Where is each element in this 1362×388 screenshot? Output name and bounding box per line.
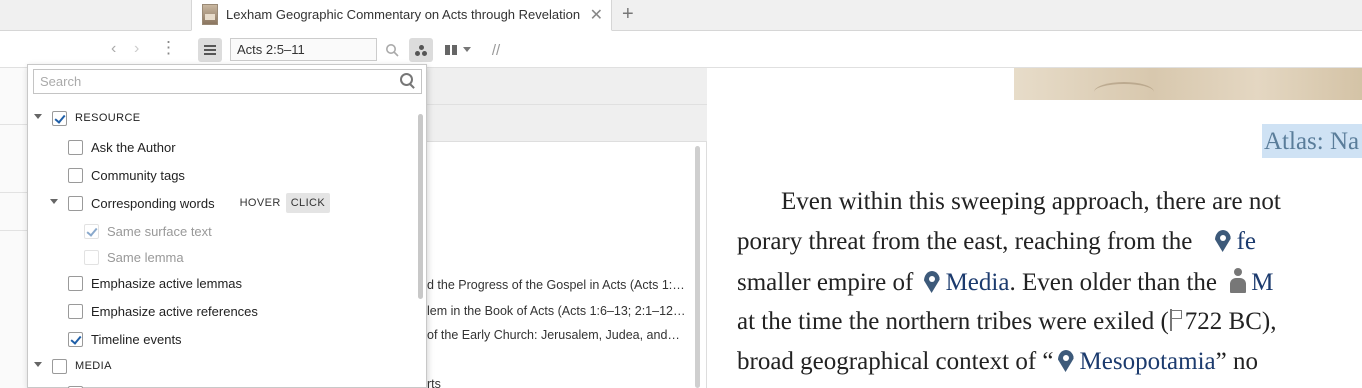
app-window: Lexham Geographic Commentary on Acts thr…: [0, 0, 1362, 388]
map-pin-icon: [1214, 230, 1231, 252]
map-pin-icon: [923, 271, 940, 293]
option-partial[interactable]: [68, 383, 91, 388]
group-label: RESOURCE: [75, 112, 141, 124]
more-options-icon[interactable]: ⋮: [160, 38, 177, 58]
checkbox[interactable]: [68, 139, 83, 155]
text-run: . Even older than the: [1009, 269, 1218, 296]
text-run: Even within this sweeping approach, ther…: [781, 188, 1281, 215]
checkbox-resource[interactable]: [52, 110, 67, 126]
option-label: Emphasize active references: [91, 303, 258, 319]
tab-strip: Lexham Geographic Commentary on Acts thr…: [0, 0, 1362, 31]
option-label: Corresponding words: [91, 195, 215, 211]
text-run: ),: [1261, 308, 1277, 335]
hover-mode-button[interactable]: HOVER: [235, 193, 286, 213]
left-pane-header: ‹ › ⋮: [0, 32, 191, 68]
forward-chevron-icon[interactable]: ›: [134, 40, 139, 58]
paragraph-line: porary threat from the east, reaching fr…: [737, 228, 1256, 256]
close-tab-icon[interactable]: ✕: [590, 5, 603, 25]
paragraph-line: smaller empire of Media. Even older than…: [737, 268, 1274, 297]
checkbox[interactable]: [84, 249, 99, 265]
option-label: Emphasize active lemmas: [91, 275, 242, 291]
place-link-mesopotamia[interactable]: Mesopotamia: [1080, 348, 1216, 375]
columns-icon[interactable]: [439, 38, 463, 62]
reading-pane: Atlas: Na Even within this sweeping appr…: [708, 68, 1362, 388]
filter-search-box: [33, 69, 422, 94]
back-chevron-icon[interactable]: ‹: [111, 40, 116, 58]
click-mode-button[interactable]: CLICK: [285, 193, 331, 213]
middle-pane-header: [427, 68, 707, 142]
place-link[interactable]: fe: [1237, 228, 1256, 255]
visual-filters-icon[interactable]: [409, 38, 433, 62]
expand-arrow-icon[interactable]: [50, 199, 58, 204]
search-icon[interactable]: [380, 38, 404, 62]
divider: [0, 124, 27, 125]
person-icon: [1229, 268, 1247, 294]
chevron-down-icon[interactable]: [461, 38, 473, 62]
resource-toolbar: Acts 2:5–11 //: [191, 32, 1362, 68]
parallel-resources-icon[interactable]: //: [484, 38, 508, 62]
paragraph-line: broad geographical context of “ Mesopotam…: [737, 348, 1258, 376]
middle-pane: d the Progress of the Gospel in Acts (Ac…: [427, 68, 707, 388]
expand-arrow-icon[interactable]: [34, 114, 42, 119]
place-link-media[interactable]: Media: [946, 269, 1010, 296]
option-community-tags[interactable]: Community tags: [68, 165, 185, 185]
group-label: MEDIA: [75, 360, 112, 372]
option-emphasize-active-lemmas[interactable]: Emphasize active lemmas: [68, 273, 242, 293]
new-tab-icon[interactable]: +: [622, 3, 634, 26]
group-resource[interactable]: RESOURCE: [34, 108, 141, 128]
list-item[interactable]: of the Early Church: Jerusalem, Judea, a…: [427, 328, 691, 342]
text-run: smaller empire of: [737, 269, 914, 296]
panel-menu-icon[interactable]: [198, 38, 222, 62]
search-icon[interactable]: [400, 73, 416, 89]
tab-lexham-commentary[interactable]: Lexham Geographic Commentary on Acts thr…: [191, 0, 612, 31]
option-label: Same surface text: [107, 223, 212, 239]
visual-filters-dropdown: RESOURCE Ask the Author Community tags C…: [27, 64, 427, 388]
option-label: Ask the Author: [91, 139, 176, 155]
timeline-event-link[interactable]: 722 BC: [1185, 308, 1262, 335]
checkbox-media[interactable]: [52, 358, 67, 374]
checkbox[interactable]: [68, 195, 83, 211]
group-media[interactable]: MEDIA: [34, 356, 112, 376]
person-link[interactable]: M: [1251, 269, 1273, 296]
middle-pane-scrollbar[interactable]: [695, 146, 700, 388]
checkbox[interactable]: [68, 303, 83, 319]
divider: [0, 192, 27, 193]
expand-arrow-icon[interactable]: [34, 362, 42, 367]
checkbox[interactable]: [68, 331, 83, 347]
option-same-surface-text[interactable]: Same surface text: [84, 221, 212, 241]
option-corresponding-words[interactable]: Corresponding words HOVER CLICK: [50, 193, 331, 213]
map-image: [1014, 68, 1362, 100]
option-label: Community tags: [91, 167, 185, 183]
option-same-lemma[interactable]: Same lemma: [84, 247, 184, 267]
reference-input[interactable]: Acts 2:5–11: [230, 38, 377, 61]
paragraph-line: at the time the northern tribes were exi…: [737, 308, 1276, 336]
filter-search-input[interactable]: [34, 70, 394, 93]
list-item[interactable]: lem in the Book of Acts (Acts 1:6–13; 2:…: [427, 304, 691, 318]
text-run: porary threat from the east, reaching fr…: [737, 228, 1193, 255]
checkbox[interactable]: [68, 167, 83, 183]
text-run: broad geographical context of “: [737, 348, 1054, 375]
text-run: at the time the northern tribes were exi…: [737, 308, 1169, 335]
dropdown-scrollbar[interactable]: [418, 114, 423, 299]
checkbox[interactable]: [68, 275, 83, 291]
option-label: Same lemma: [107, 249, 184, 265]
book-cover-icon: [202, 4, 218, 25]
option-emphasize-active-references[interactable]: Emphasize active references: [68, 301, 258, 321]
divider: [0, 230, 27, 231]
map-pin-icon: [1057, 350, 1074, 372]
atlas-caption-link[interactable]: Atlas: Na: [1262, 124, 1362, 158]
text-run: ” no: [1215, 348, 1258, 375]
timeline-flag-icon: [1169, 309, 1183, 331]
checkbox[interactable]: [84, 223, 99, 239]
option-label: Timeline events: [91, 331, 182, 347]
list-item[interactable]: d the Progress of the Gospel in Acts (Ac…: [427, 278, 691, 292]
option-timeline-events[interactable]: Timeline events: [68, 329, 182, 349]
option-ask-the-author[interactable]: Ask the Author: [68, 137, 176, 157]
list-item[interactable]: rts: [427, 377, 691, 388]
left-pane-body: [0, 68, 27, 388]
tab-title: Lexham Geographic Commentary on Acts thr…: [226, 7, 581, 22]
paragraph-line: Even within this sweeping approach, ther…: [781, 188, 1281, 216]
